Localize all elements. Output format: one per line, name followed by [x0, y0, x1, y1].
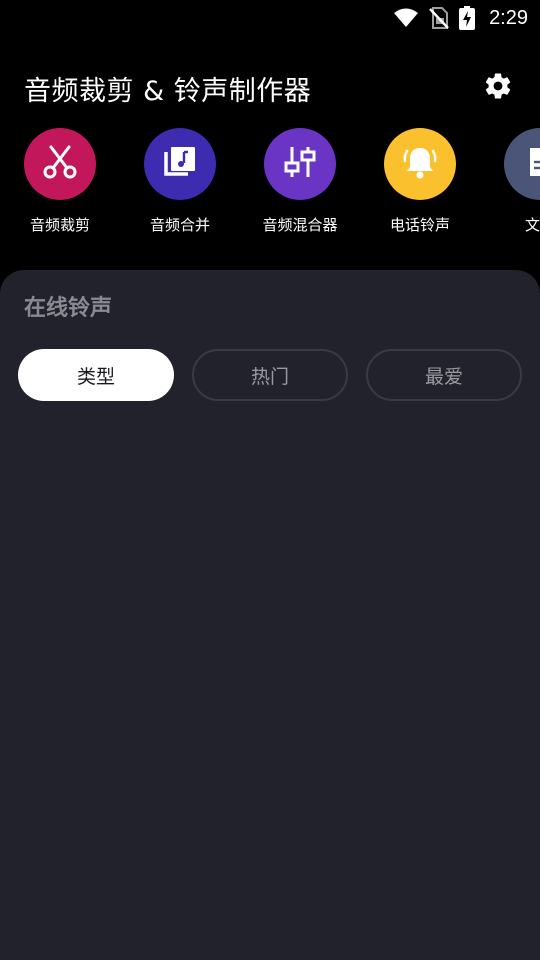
tool-label: 电话铃声 [389, 216, 450, 234]
online-ringtones-panel: 在线铃声 类型 热门 最爱 [0, 270, 540, 960]
settings-button[interactable] [480, 70, 516, 106]
scissors-icon [41, 143, 79, 185]
tool-circle [264, 128, 336, 200]
tab-category[interactable]: 类型 [18, 349, 174, 401]
app-title: 音频裁剪 & 铃声制作器 [24, 75, 312, 107]
tool-circle [504, 128, 540, 200]
battery-charging-icon [459, 6, 476, 30]
tool-label: 音频混合器 [262, 216, 338, 234]
tool-phone-ringtone[interactable]: 电话铃声 [360, 128, 480, 235]
app-header: 音频裁剪 & 铃声制作器 [24, 66, 516, 110]
tab-popular[interactable]: 热门 [192, 349, 348, 401]
gear-icon [483, 71, 513, 105]
no-sim-icon [429, 7, 449, 29]
tool-audio-merge[interactable]: 音频合并 [120, 128, 240, 235]
status-bar: 2:29 [0, 0, 540, 36]
music-library-icon [162, 144, 198, 184]
tool-label: 文件 [524, 216, 540, 234]
tools-row: 音频裁剪 音频合并 音频混合器 电话铃声 文 [0, 128, 540, 238]
wifi-icon [393, 8, 419, 28]
tab-favorites[interactable]: 最爱 [366, 349, 522, 401]
tool-audio-cut[interactable]: 音频裁剪 [0, 128, 120, 235]
section-title: 在线铃声 [24, 296, 113, 321]
bell-icon [400, 142, 440, 186]
tool-label: 音频裁剪 [29, 216, 90, 234]
document-icon [523, 145, 540, 183]
tool-files[interactable]: 文件 [480, 128, 540, 235]
tool-circle [144, 128, 216, 200]
tool-circle [24, 128, 96, 200]
tool-circle [384, 128, 456, 200]
tool-label: 音频合并 [149, 216, 210, 234]
equalizer-sliders-icon [281, 143, 319, 185]
tool-audio-mixer[interactable]: 音频混合器 [240, 128, 360, 235]
status-time: 2:29 [489, 6, 528, 29]
